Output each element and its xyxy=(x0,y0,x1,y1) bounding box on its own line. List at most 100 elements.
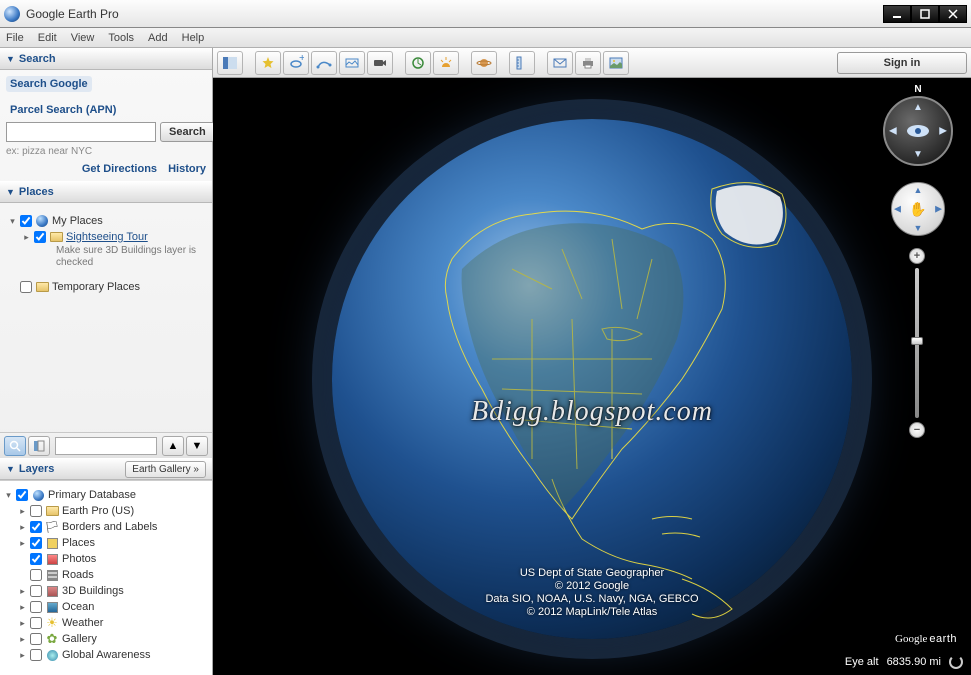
move-left-icon[interactable]: ◀ xyxy=(894,204,901,215)
look-control[interactable]: N ▲ ▼ ◀ ▶ xyxy=(883,96,953,166)
move-down-button[interactable]: ▼ xyxy=(186,436,208,456)
menu-file[interactable]: File xyxy=(6,32,24,44)
globe[interactable] xyxy=(332,119,852,639)
layer-row[interactable]: ▸Earth Pro (US) xyxy=(4,503,208,519)
maximize-button[interactable] xyxy=(911,5,939,23)
sightseeing-label[interactable]: Sightseeing Tour xyxy=(66,231,148,243)
layer-row[interactable]: ▸☀Weather xyxy=(4,615,208,631)
zoom-thumb[interactable] xyxy=(911,337,923,345)
layer-icon xyxy=(31,488,45,502)
search-tab-parcel[interactable]: Parcel Search (APN) xyxy=(6,102,120,118)
minimize-button[interactable] xyxy=(883,5,911,23)
polygon-button[interactable]: + xyxy=(283,51,309,75)
expand-icon[interactable]: ▾ xyxy=(8,216,17,227)
layer-row[interactable]: ▸Global Awareness xyxy=(4,647,208,663)
layer-checkbox[interactable] xyxy=(30,649,42,661)
expand-icon[interactable]: ▸ xyxy=(18,586,27,597)
email-button[interactable] xyxy=(547,51,573,75)
layer-row[interactable]: ▸3D Buildings xyxy=(4,583,208,599)
placemark-button[interactable] xyxy=(255,51,281,75)
record-tour-button[interactable] xyxy=(367,51,393,75)
layer-row[interactable]: ▸🏳Borders and Labels xyxy=(4,519,208,535)
save-image-button[interactable] xyxy=(603,51,629,75)
look-up-icon[interactable]: ▲ xyxy=(913,102,923,113)
menu-view[interactable]: View xyxy=(71,32,95,44)
ruler-button[interactable] xyxy=(509,51,535,75)
layer-checkbox[interactable] xyxy=(30,569,42,581)
temporary-checkbox[interactable] xyxy=(20,281,32,293)
zoom-out-button[interactable]: − xyxy=(909,422,925,438)
layer-row[interactable]: ▸Ocean xyxy=(4,599,208,615)
layer-row[interactable]: ▸Places xyxy=(4,535,208,551)
look-right-icon[interactable]: ▶ xyxy=(939,126,947,137)
layers-panel-header[interactable]: ▼ Layers Earth Gallery » xyxy=(0,458,212,480)
toggle-sidebar-button[interactable] xyxy=(217,51,243,75)
expand-icon[interactable]: ▸ xyxy=(18,506,27,517)
places-temporary[interactable]: Temporary Places xyxy=(8,279,204,295)
historical-imagery-button[interactable] xyxy=(405,51,431,75)
history-link[interactable]: History xyxy=(168,163,206,175)
places-search-button[interactable] xyxy=(4,436,26,456)
layer-checkbox[interactable] xyxy=(16,489,28,501)
menu-add[interactable]: Add xyxy=(148,32,168,44)
search-tab-google[interactable]: Search Google xyxy=(6,76,92,92)
path-button[interactable] xyxy=(311,51,337,75)
layer-icon xyxy=(45,568,59,582)
expand-icon[interactable]: ▸ xyxy=(18,538,27,549)
zoom-in-button[interactable]: + xyxy=(909,248,925,264)
menu-help[interactable]: Help xyxy=(182,32,205,44)
expand-icon[interactable]: ▸ xyxy=(22,232,31,243)
print-button[interactable] xyxy=(575,51,601,75)
close-button[interactable] xyxy=(939,5,967,23)
hand-icon[interactable]: ✋ xyxy=(909,201,926,218)
layer-checkbox[interactable] xyxy=(30,585,42,597)
attrib-line-2: © 2012 Google xyxy=(485,580,698,593)
expand-icon[interactable]: ▸ xyxy=(18,602,27,613)
places-sightseeing[interactable]: ▸ Sightseeing Tour xyxy=(8,229,204,245)
earth-gallery-button[interactable]: Earth Gallery » xyxy=(125,461,206,478)
layer-row[interactable]: ▾Primary Database xyxy=(4,487,208,503)
move-control[interactable]: ▲ ▼ ◀ ▶ ✋ xyxy=(891,182,945,236)
layer-checkbox[interactable] xyxy=(30,505,42,517)
opacity-slider[interactable] xyxy=(55,437,157,455)
my-places-checkbox[interactable] xyxy=(20,215,32,227)
zoom-slider[interactable]: + − xyxy=(909,248,925,438)
move-up-icon[interactable]: ▲ xyxy=(914,185,923,195)
map-view[interactable]: Bdigg.blogspot.com US Dept of State Geog… xyxy=(213,78,971,675)
layer-row[interactable]: Photos xyxy=(4,551,208,567)
sightseeing-checkbox[interactable] xyxy=(34,231,46,243)
search-button[interactable]: Search xyxy=(160,122,215,142)
move-up-button[interactable]: ▲ xyxy=(162,436,184,456)
layer-checkbox[interactable] xyxy=(30,601,42,613)
places-panel-header[interactable]: ▼ Places xyxy=(0,181,212,203)
look-left-icon[interactable]: ◀ xyxy=(889,126,897,137)
layer-row[interactable]: Roads xyxy=(4,567,208,583)
sign-in-button[interactable]: Sign in xyxy=(837,52,967,74)
menu-edit[interactable]: Edit xyxy=(38,32,57,44)
layer-checkbox[interactable] xyxy=(30,553,42,565)
image-overlay-button[interactable] xyxy=(339,51,365,75)
expand-icon[interactable]: ▸ xyxy=(18,618,27,629)
sunlight-button[interactable] xyxy=(433,51,459,75)
expand-icon[interactable]: ▾ xyxy=(4,490,13,501)
places-my-places[interactable]: ▾ My Places xyxy=(8,213,204,229)
expand-icon[interactable]: ▸ xyxy=(18,650,27,661)
look-down-icon[interactable]: ▼ xyxy=(913,149,923,160)
search-panel-header[interactable]: ▼ Search xyxy=(0,48,212,70)
get-directions-link[interactable]: Get Directions xyxy=(82,163,157,175)
layer-checkbox[interactable] xyxy=(30,521,42,533)
planets-button[interactable] xyxy=(471,51,497,75)
search-input[interactable] xyxy=(6,122,156,142)
layer-checkbox[interactable] xyxy=(30,633,42,645)
layer-row[interactable]: ▸✿Gallery xyxy=(4,631,208,647)
expand-icon[interactable]: ▸ xyxy=(18,634,27,645)
menu-tools[interactable]: Tools xyxy=(108,32,134,44)
move-right-icon[interactable]: ▶ xyxy=(935,204,942,215)
places-panel-button[interactable] xyxy=(28,436,50,456)
zoom-track[interactable] xyxy=(915,268,919,418)
expand-icon[interactable]: ▸ xyxy=(18,522,27,533)
layer-checkbox[interactable] xyxy=(30,537,42,549)
eye-icon[interactable] xyxy=(907,125,929,137)
layer-checkbox[interactable] xyxy=(30,617,42,629)
move-down-icon[interactable]: ▼ xyxy=(914,223,923,233)
